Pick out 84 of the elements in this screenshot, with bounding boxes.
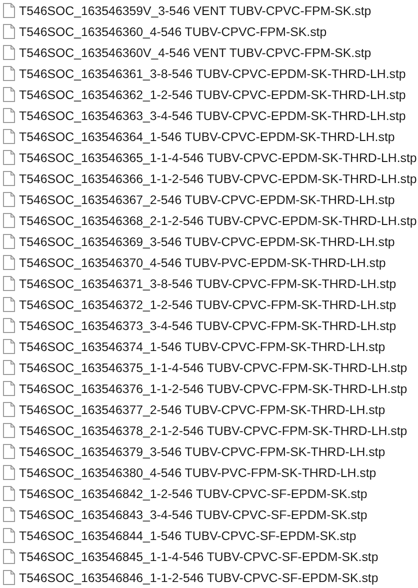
file-icon <box>3 318 15 333</box>
file-name: T546SOC_163546374_1-546 TUBV-CPVC-FPM-SK-THRD-LH.stp <box>19 340 386 354</box>
file-row[interactable]: T546SOC_163546378_2-1-2-546 TUBV-CPVC-FPM-SK-THRD-LH.stp <box>0 420 418 441</box>
file-icon <box>3 213 15 228</box>
file-name: T546SOC_163546370_4-546 TUBV-PVC-EPDM-SK-THRD-LH.stp <box>19 256 386 270</box>
file-name: T546SOC_163546364_1-546 TUBV-CPVC-EPDM-SK-THRD-LH.stp <box>19 130 395 144</box>
file-icon <box>3 255 15 270</box>
file-icon <box>3 444 15 459</box>
file-row[interactable]: T546SOC_163546375_1-1-4-546 TUBV-CPVC-FPM-SK-THRD-LH.stp <box>0 357 418 378</box>
file-name: T546SOC_163546845_1-1-4-546 TUBV-CPVC-SF-EPDM-SK.stp <box>19 550 378 564</box>
file-name: T546SOC_163546360V_4-546 VENT TUBV-CPVC-FPM-SK.stp <box>19 46 372 60</box>
file-row[interactable]: T546SOC_163546844_1-546 TUBV-CPVC-SF-EPDM-SK.stp <box>0 525 418 546</box>
file-row[interactable]: T546SOC_163546368_2-1-2-546 TUBV-CPVC-EPDM-SK-THRD-LH.stp <box>0 210 418 231</box>
file-row[interactable]: T546SOC_163546359V_3-546 VENT TUBV-CPVC-FPM-SK.stp <box>0 0 418 21</box>
file-row[interactable]: T546SOC_163546380_4-546 TUBV-PVC-FPM-SK-THRD-LH.stp <box>0 462 418 483</box>
file-icon <box>3 507 15 522</box>
file-icon <box>3 381 15 396</box>
file-name: T546SOC_163546367_2-546 TUBV-CPVC-EPDM-SK-THRD-LH.stp <box>19 192 395 206</box>
file-row[interactable]: T546SOC_163546367_2-546 TUBV-CPVC-EPDM-SK-THRD-LH.stp <box>0 189 418 210</box>
file-icon <box>3 528 15 543</box>
file-icon <box>3 402 15 417</box>
file-row[interactable]: T546SOC_163546360V_4-546 VENT TUBV-CPVC-FPM-SK.stp <box>0 42 418 63</box>
file-name: T546SOC_163546361_3-8-546 TUBV-CPVC-EPDM-SK-THRD-LH.stp <box>19 66 406 80</box>
file-icon <box>3 24 15 39</box>
file-row[interactable]: T546SOC_163546846_1-1-2-546 TUBV-CPVC-SF-EPDM-SK.stp <box>0 567 418 588</box>
file-name: T546SOC_163546842_1-2-546 TUBV-CPVC-SF-EPDM-SK.stp <box>19 486 368 500</box>
file-icon <box>3 423 15 438</box>
file-row[interactable]: T546SOC_163546364_1-546 TUBV-CPVC-EPDM-SK-THRD-LH.stp <box>0 126 418 147</box>
file-row[interactable]: T546SOC_163546373_3-4-546 TUBV-CPVC-FPM-SK-THRD-LH.stp <box>0 315 418 336</box>
file-row[interactable]: T546SOC_163546842_1-2-546 TUBV-CPVC-SF-EPDM-SK.stp <box>0 483 418 504</box>
file-icon <box>3 150 15 165</box>
file-name: T546SOC_163546376_1-1-2-546 TUBV-CPVC-FPM-SK-THRD-LH.stp <box>19 382 408 396</box>
file-row[interactable]: T546SOC_163546843_3-4-546 TUBV-CPVC-SF-EPDM-SK.stp <box>0 504 418 525</box>
file-name: T546SOC_163546843_3-4-546 TUBV-CPVC-SF-EPDM-SK.stp <box>19 508 368 522</box>
file-name: T546SOC_163546380_4-546 TUBV-PVC-FPM-SK-THRD-LH.stp <box>19 466 376 480</box>
file-row[interactable]: T546SOC_163546374_1-546 TUBV-CPVC-FPM-SK-THRD-LH.stp <box>0 336 418 357</box>
file-icon <box>3 87 15 102</box>
file-icon <box>3 486 15 501</box>
file-icon <box>3 360 15 375</box>
file-name: T546SOC_163546378_2-1-2-546 TUBV-CPVC-FPM-SK-THRD-LH.stp <box>19 424 408 438</box>
file-name: T546SOC_163546368_2-1-2-546 TUBV-CPVC-EPDM-SK-THRD-LH.stp <box>19 214 417 228</box>
file-icon <box>3 339 15 354</box>
file-icon <box>3 66 15 81</box>
file-name: T546SOC_163546359V_3-546 VENT TUBV-CPVC-FPM-SK.stp <box>19 4 372 18</box>
file-icon <box>3 108 15 123</box>
file-icon <box>3 570 15 585</box>
file-name: T546SOC_163546844_1-546 TUBV-CPVC-SF-EPDM-SK.stp <box>19 528 356 542</box>
file-name: T546SOC_163546375_1-1-4-546 TUBV-CPVC-FPM-SK-THRD-LH.stp <box>19 360 408 374</box>
file-row[interactable]: T546SOC_163546369_3-546 TUBV-CPVC-EPDM-SK-THRD-LH.stp <box>0 231 418 252</box>
file-name: T546SOC_163546360_4-546 TUBV-CPVC-FPM-SK.stp <box>19 24 327 38</box>
file-row[interactable]: T546SOC_163546845_1-1-4-546 TUBV-CPVC-SF-EPDM-SK.stp <box>0 546 418 567</box>
file-icon <box>3 171 15 186</box>
file-row[interactable]: T546SOC_163546362_1-2-546 TUBV-CPVC-EPDM-SK-THRD-LH.stp <box>0 84 418 105</box>
file-name: T546SOC_163546366_1-1-2-546 TUBV-CPVC-EPDM-SK-THRD-LH.stp <box>19 172 417 186</box>
file-icon <box>3 234 15 249</box>
file-name: T546SOC_163546363_3-4-546 TUBV-CPVC-EPDM-SK-THRD-LH.stp <box>19 108 406 122</box>
file-name: T546SOC_163546846_1-1-2-546 TUBV-CPVC-SF-EPDM-SK.stp <box>19 570 378 584</box>
file-name: T546SOC_163546371_3-8-546 TUBV-CPVC-FPM-SK-THRD-LH.stp <box>19 276 396 290</box>
file-name: T546SOC_163546377_2-546 TUBV-CPVC-FPM-SK-THRD-LH.stp <box>19 402 386 416</box>
file-row[interactable]: T546SOC_163546361_3-8-546 TUBV-CPVC-EPDM-SK-THRD-LH.stp <box>0 63 418 84</box>
file-icon <box>3 465 15 480</box>
file-icon <box>3 297 15 312</box>
file-name: T546SOC_163546379_3-546 TUBV-CPVC-FPM-SK-THRD-LH.stp <box>19 444 386 458</box>
file-name: T546SOC_163546365_1-1-4-546 TUBV-CPVC-EPDM-SK-THRD-LH.stp <box>19 150 417 164</box>
file-row[interactable]: T546SOC_163546377_2-546 TUBV-CPVC-FPM-SK-THRD-LH.stp <box>0 399 418 420</box>
file-row[interactable]: T546SOC_163546376_1-1-2-546 TUBV-CPVC-FPM-SK-THRD-LH.stp <box>0 378 418 399</box>
file-name: T546SOC_163546369_3-546 TUBV-CPVC-EPDM-SK-THRD-LH.stp <box>19 234 395 248</box>
file-icon <box>3 129 15 144</box>
file-icon <box>3 192 15 207</box>
file-row[interactable]: T546SOC_163546360_4-546 TUBV-CPVC-FPM-SK.stp <box>0 21 418 42</box>
file-row[interactable]: T546SOC_163546365_1-1-4-546 TUBV-CPVC-EPDM-SK-THRD-LH.stp <box>0 147 418 168</box>
file-row[interactable]: T546SOC_163546370_4-546 TUBV-PVC-EPDM-SK-THRD-LH.stp <box>0 252 418 273</box>
file-icon <box>3 549 15 564</box>
file-row[interactable]: T546SOC_163546366_1-1-2-546 TUBV-CPVC-EPDM-SK-THRD-LH.stp <box>0 168 418 189</box>
file-icon <box>3 3 15 18</box>
file-name: T546SOC_163546373_3-4-546 TUBV-CPVC-FPM-SK-THRD-LH.stp <box>19 318 396 332</box>
file-name: T546SOC_163546372_1-2-546 TUBV-CPVC-FPM-SK-THRD-LH.stp <box>19 298 396 312</box>
file-row[interactable]: T546SOC_163546379_3-546 TUBV-CPVC-FPM-SK-THRD-LH.stp <box>0 441 418 462</box>
file-row[interactable]: T546SOC_163546363_3-4-546 TUBV-CPVC-EPDM-SK-THRD-LH.stp <box>0 105 418 126</box>
file-row[interactable]: T546SOC_163546371_3-8-546 TUBV-CPVC-FPM-SK-THRD-LH.stp <box>0 273 418 294</box>
file-icon <box>3 45 15 60</box>
file-icon <box>3 276 15 291</box>
file-row[interactable]: T546SOC_163546372_1-2-546 TUBV-CPVC-FPM-SK-THRD-LH.stp <box>0 294 418 315</box>
file-name: T546SOC_163546362_1-2-546 TUBV-CPVC-EPDM-SK-THRD-LH.stp <box>19 88 406 102</box>
